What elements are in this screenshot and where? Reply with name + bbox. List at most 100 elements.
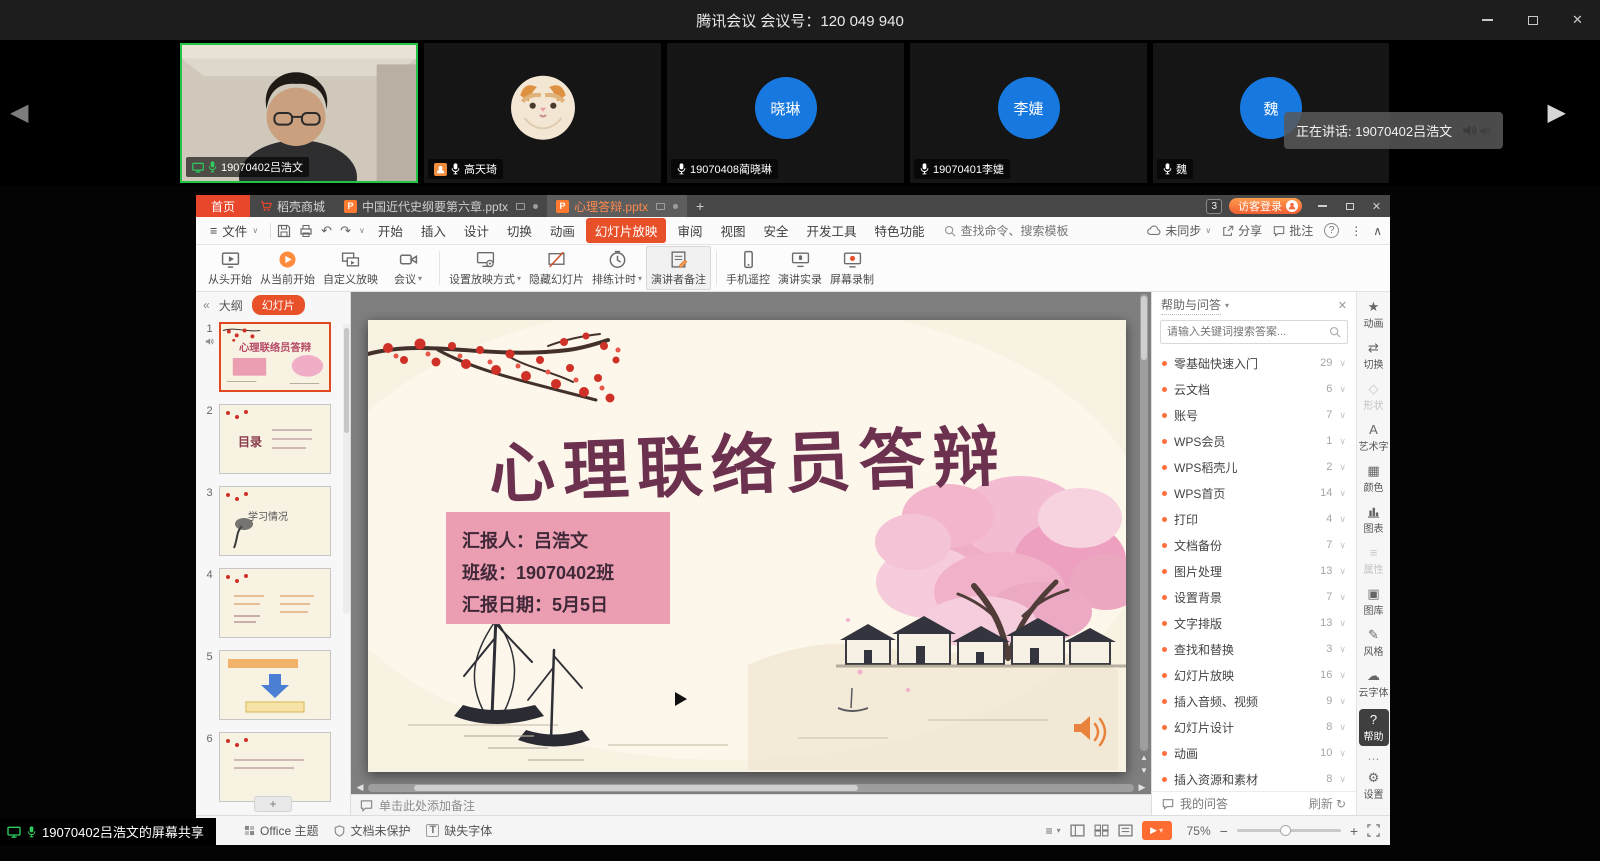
video-tile-speaker[interactable]: 19070402吕浩文 bbox=[180, 43, 418, 183]
menu-security[interactable]: 安全 bbox=[754, 218, 797, 243]
slide-canvas[interactable]: 心理联络员答辩 汇报人：吕浩文 班级：19070402班 汇报日期：5月5日 bbox=[368, 320, 1126, 772]
command-search[interactable] bbox=[944, 224, 1083, 238]
share-button[interactable]: 分享 bbox=[1222, 222, 1262, 239]
theme-status[interactable]: Office 主题 bbox=[244, 822, 318, 839]
lecture-record-button[interactable]: 演讲实录 bbox=[774, 246, 826, 290]
help-item[interactable]: 幻灯片放映16∨ bbox=[1152, 662, 1356, 688]
help-item[interactable]: 零基础快速入门29∨ bbox=[1152, 350, 1356, 376]
help-item[interactable]: 幻灯片设计8∨ bbox=[1152, 714, 1356, 740]
screen-record-button[interactable]: 屏幕录制 bbox=[826, 246, 878, 290]
more-icon[interactable]: ⋮ bbox=[1350, 224, 1362, 238]
scroll-right-icon[interactable]: ▶ bbox=[1136, 782, 1148, 793]
login-button[interactable]: 访客登录 bbox=[1229, 198, 1302, 214]
tab-store[interactable]: 稻壳商城 bbox=[250, 195, 335, 217]
menu-features[interactable]: 特色功能 bbox=[866, 218, 934, 243]
panel-animation[interactable]: ★动画 bbox=[1359, 299, 1389, 330]
scroll-left-icon[interactable]: ◀ bbox=[354, 782, 366, 793]
new-tab-button[interactable]: + bbox=[687, 195, 713, 217]
tab-preview-icon[interactable] bbox=[656, 203, 665, 210]
zoom-slider-thumb[interactable] bbox=[1280, 825, 1291, 836]
wps-minimize-button[interactable] bbox=[1309, 195, 1336, 217]
help-search-input[interactable] bbox=[1167, 326, 1325, 338]
zoom-in-button[interactable]: + bbox=[1350, 823, 1358, 839]
comment-button[interactable]: 批注 bbox=[1273, 222, 1313, 239]
print-icon[interactable] bbox=[299, 224, 313, 238]
rehearse-timing-button[interactable]: 排练计时▾ bbox=[588, 246, 646, 290]
normal-view-icon[interactable] bbox=[1070, 824, 1085, 837]
menu-view[interactable]: 视图 bbox=[711, 218, 754, 243]
help-item[interactable]: WPS会员1∨ bbox=[1152, 428, 1356, 454]
help-item[interactable]: 文档备份7∨ bbox=[1152, 532, 1356, 558]
notes-bar[interactable]: 单击此处添加备注 bbox=[351, 794, 1151, 815]
sorter-view-icon[interactable] bbox=[1094, 824, 1109, 837]
save-icon[interactable] bbox=[277, 224, 291, 238]
panel-settings[interactable]: ⚙设置 bbox=[1359, 770, 1389, 801]
reading-view-icon[interactable] bbox=[1118, 824, 1133, 837]
menu-start[interactable]: 开始 bbox=[369, 218, 412, 243]
slide-thumbnail-6[interactable] bbox=[219, 732, 331, 802]
wps-close-button[interactable]: ✕ bbox=[1363, 195, 1390, 217]
video-tile[interactable]: 李婕 19070401李婕 bbox=[910, 43, 1147, 183]
slide-thumbnail-5[interactable] bbox=[219, 650, 331, 720]
play-from-start-button[interactable]: 从头开始 bbox=[204, 246, 256, 290]
meeting-button[interactable]: 会议▾ bbox=[382, 246, 434, 290]
show-settings-button[interactable]: 设置放映方式▾ bbox=[445, 246, 525, 290]
help-item[interactable]: 云文档6∨ bbox=[1152, 376, 1356, 402]
menu-review[interactable]: 审阅 bbox=[668, 218, 711, 243]
speaker-notes-button[interactable]: 演讲者备注 bbox=[646, 246, 711, 290]
next-page-icon[interactable]: ▶ bbox=[1548, 98, 1566, 127]
help-item[interactable]: 账号7∨ bbox=[1152, 402, 1356, 428]
tab-slides-active[interactable]: 幻灯片 bbox=[252, 295, 305, 315]
panel-gallery[interactable]: ▣图库 bbox=[1359, 586, 1389, 617]
panel-colors[interactable]: ▦颜色 bbox=[1359, 463, 1389, 494]
collapse-ribbon-icon[interactable]: ∧ bbox=[1373, 224, 1382, 238]
slide-thumbnail-4[interactable] bbox=[219, 568, 331, 638]
collapse-panel-icon[interactable]: « bbox=[203, 298, 210, 312]
zoom-slider[interactable] bbox=[1237, 829, 1341, 832]
phone-remote-button[interactable]: 手机遥控 bbox=[722, 246, 774, 290]
more-icon[interactable]: ⋯ bbox=[1368, 752, 1380, 766]
fit-screen-icon[interactable] bbox=[1367, 824, 1380, 837]
panel-wordart[interactable]: A艺术字 bbox=[1359, 422, 1389, 453]
tab-home[interactable]: 首页 bbox=[196, 195, 250, 217]
minimize-button[interactable] bbox=[1465, 0, 1510, 40]
slide-thumbnail-3[interactable]: 学习情况 bbox=[219, 486, 331, 556]
add-slide-button[interactable]: + bbox=[254, 796, 292, 812]
redo-icon[interactable]: ↷ bbox=[340, 223, 351, 239]
play-from-current-button[interactable]: 从当前开始 bbox=[256, 246, 319, 290]
video-tile[interactable]: 高天琦 bbox=[424, 43, 661, 183]
menu-transition[interactable]: 切换 bbox=[498, 218, 541, 243]
menu-design[interactable]: 设计 bbox=[455, 218, 498, 243]
panel-transition[interactable]: ⇄切换 bbox=[1359, 340, 1389, 371]
menu-insert[interactable]: 插入 bbox=[412, 218, 455, 243]
panel-properties[interactable]: ≡属性 bbox=[1359, 545, 1389, 576]
panel-help-active[interactable]: ?帮助 bbox=[1359, 709, 1389, 746]
help-item[interactable]: 插入资源和素材8∨ bbox=[1152, 766, 1356, 791]
slide-thumbnail-1[interactable]: 心理联络员答辩 bbox=[219, 322, 331, 392]
protect-status[interactable]: 文档未保护 bbox=[334, 822, 410, 839]
chevron-down-icon[interactable]: ▾ bbox=[1225, 301, 1229, 310]
hide-slide-button[interactable]: 隐藏幻灯片 bbox=[525, 246, 588, 290]
menu-slideshow-active[interactable]: 幻灯片放映 bbox=[586, 218, 667, 243]
panel-style[interactable]: ✎风格 bbox=[1359, 627, 1389, 658]
custom-show-button[interactable]: 自定义放映 bbox=[319, 246, 382, 290]
undo-icon[interactable]: ↶ bbox=[321, 223, 332, 239]
missing-fonts-warning[interactable]: T 缺失字体 bbox=[426, 822, 492, 839]
help-search[interactable] bbox=[1160, 320, 1348, 344]
tab-outline[interactable]: 大纲 bbox=[219, 297, 243, 314]
message-badge[interactable]: 3 bbox=[1206, 199, 1222, 214]
sync-status[interactable]: 未同步 ∨ bbox=[1147, 222, 1211, 239]
help-item[interactable]: WPS首页14∨ bbox=[1152, 480, 1356, 506]
panel-cloud-fonts[interactable]: ☁云字体 bbox=[1359, 668, 1389, 699]
file-menu[interactable]: ≡ 文件 ∨ bbox=[204, 221, 264, 240]
zoom-level[interactable]: 75% bbox=[1181, 824, 1211, 838]
next-slide-icon[interactable]: ▼ bbox=[1138, 764, 1150, 777]
chevron-down-icon[interactable]: ∨ bbox=[359, 226, 365, 235]
help-item[interactable]: WPS稻壳儿2∨ bbox=[1152, 454, 1356, 480]
help-item[interactable]: 插入音频、视频9∨ bbox=[1152, 688, 1356, 714]
zoom-out-button[interactable]: − bbox=[1220, 823, 1228, 839]
close-button[interactable]: ✕ bbox=[1555, 0, 1600, 40]
maximize-button[interactable] bbox=[1510, 0, 1555, 40]
vertical-scrollbar[interactable]: ▲ ▼ bbox=[1139, 294, 1149, 777]
panel-shapes[interactable]: ◇形状 bbox=[1359, 381, 1389, 412]
